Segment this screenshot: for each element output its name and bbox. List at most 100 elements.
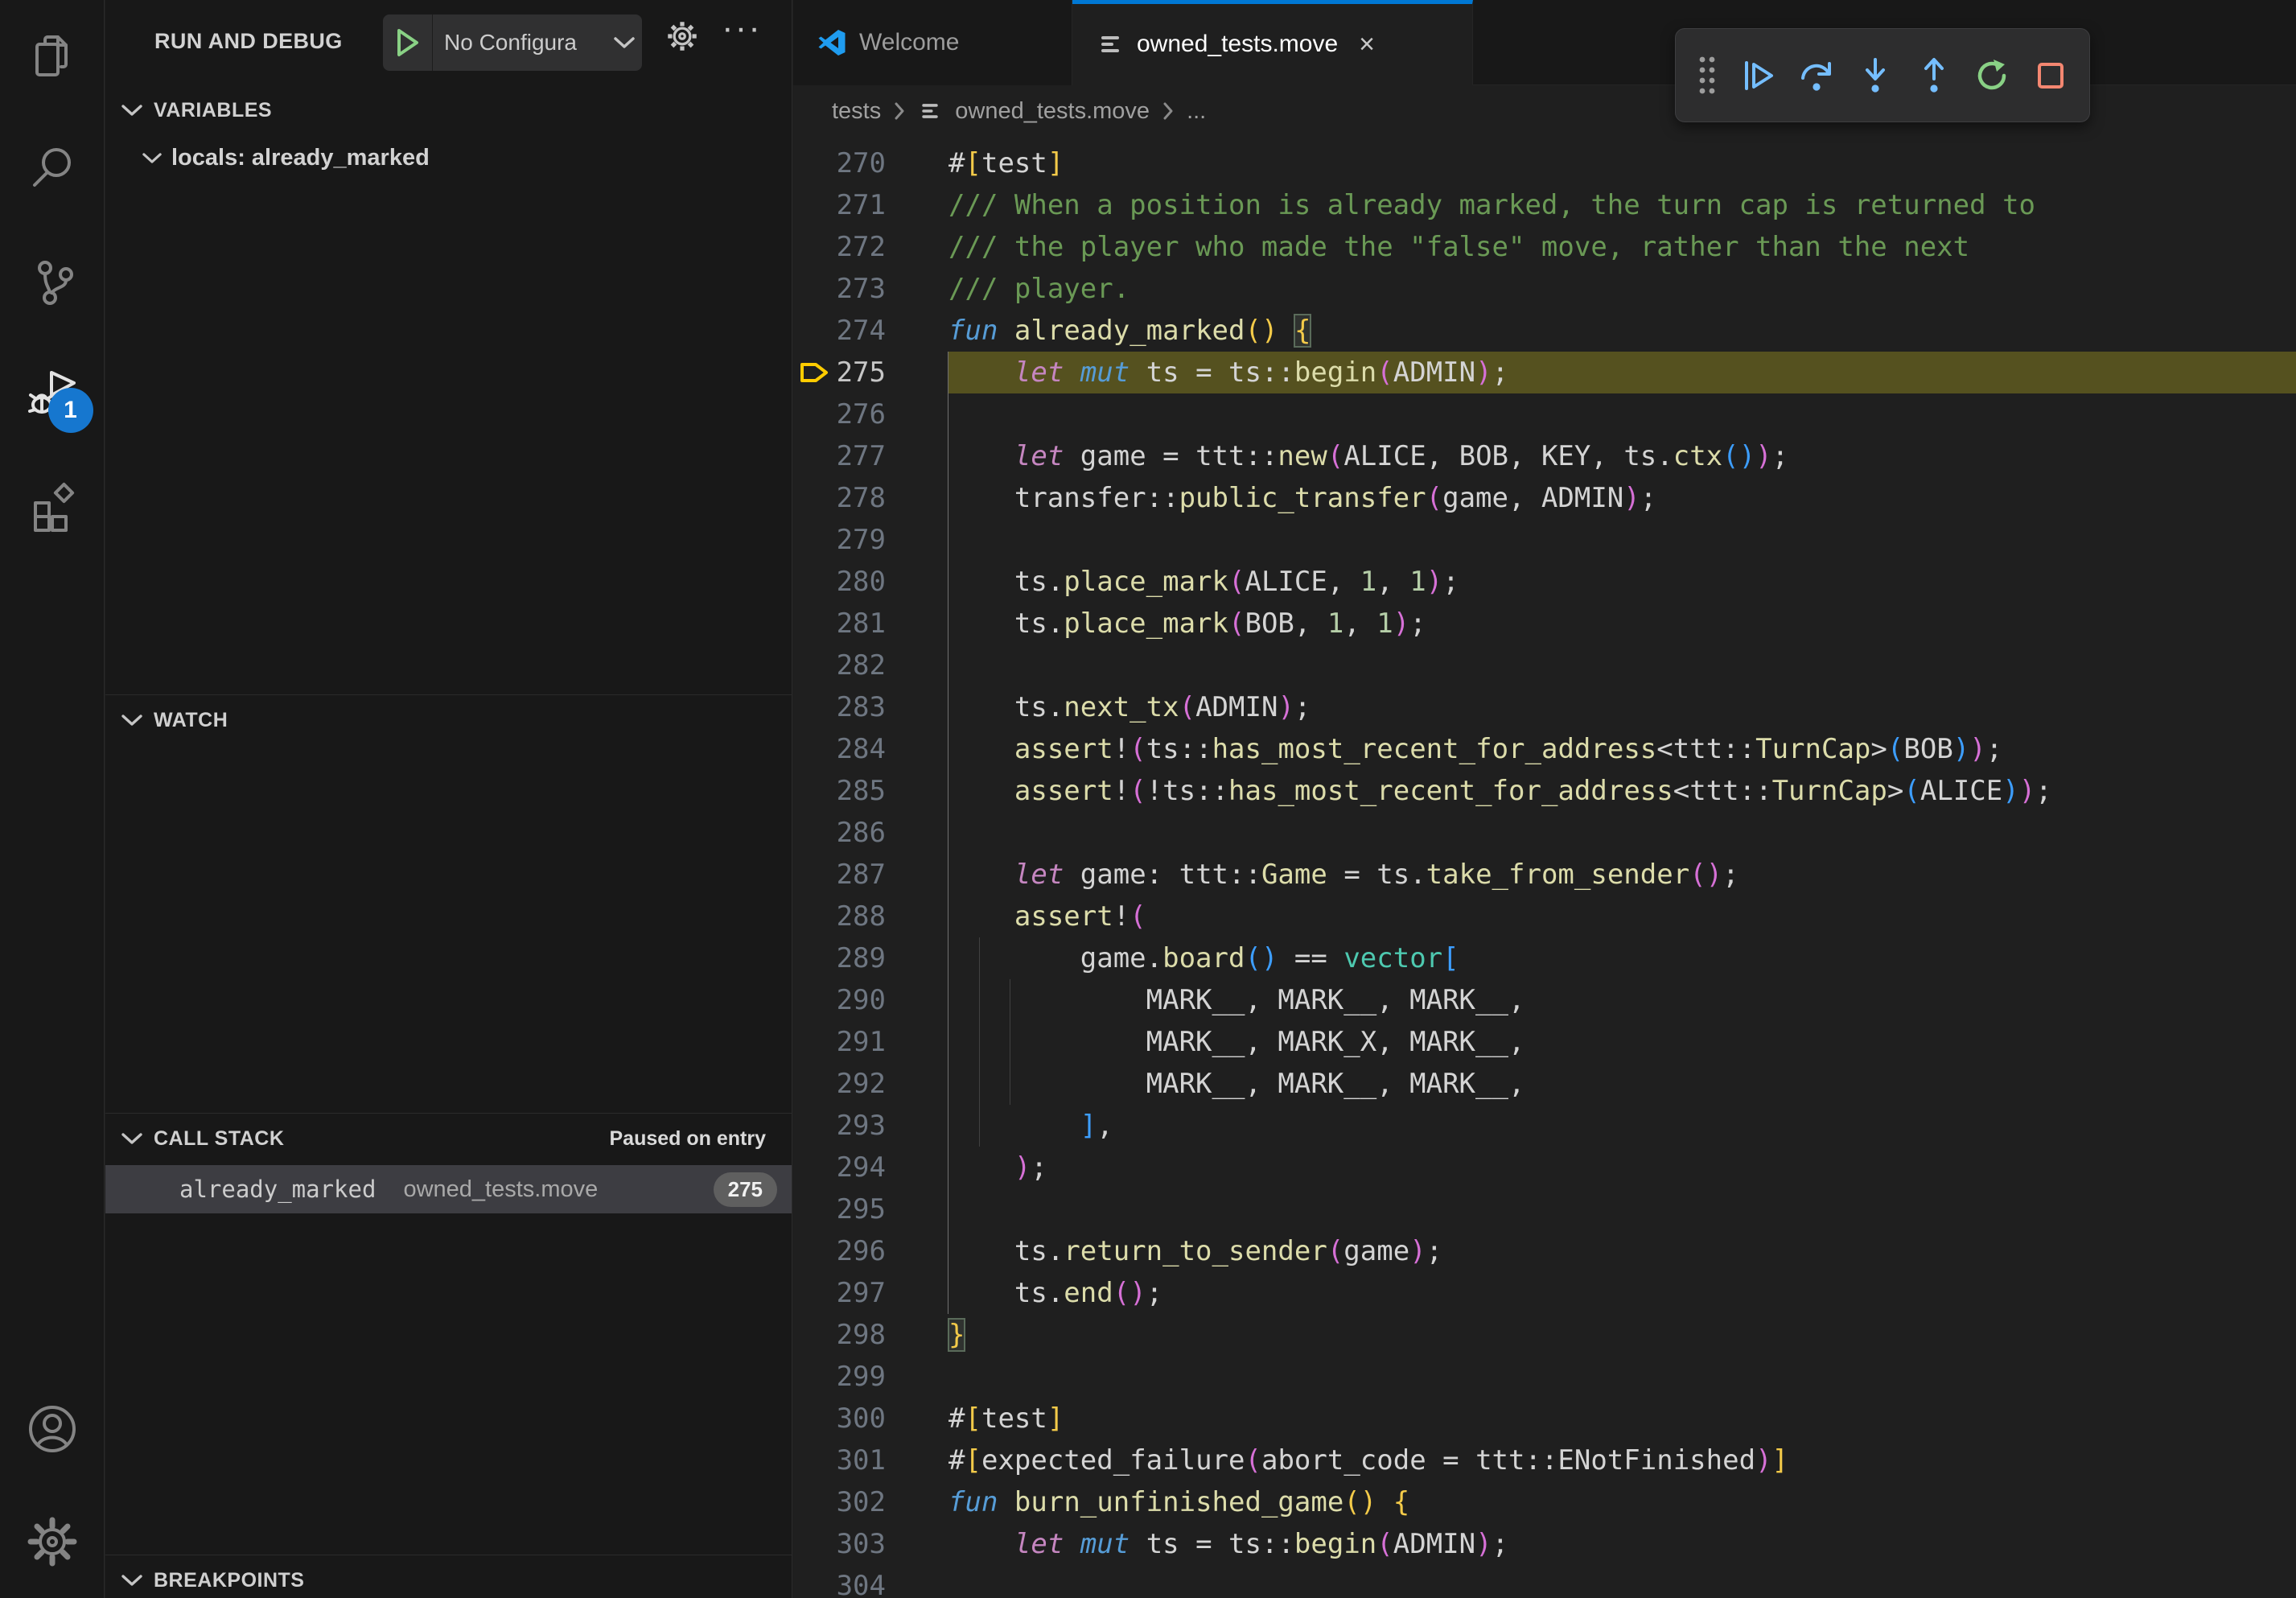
extensions-icon: [26, 480, 79, 533]
code-line: ts.place_mark(ALICE, 1, 1);: [948, 561, 2296, 603]
breadcrumb-symbol[interactable]: ...: [1187, 98, 1206, 125]
line-number[interactable]: 296: [793, 1230, 948, 1272]
line-number[interactable]: 274: [793, 310, 948, 352]
line-number[interactable]: 278: [793, 477, 948, 519]
step-over-button[interactable]: [1792, 42, 1841, 109]
breadcrumb-tests[interactable]: tests: [832, 98, 881, 125]
call-stack-section: CALL STACK Paused on entry already_marke…: [105, 1113, 792, 1555]
call-stack-header[interactable]: CALL STACK Paused on entry: [105, 1114, 792, 1163]
settings-button[interactable]: [0, 1485, 105, 1598]
line-number[interactable]: 297: [793, 1272, 948, 1314]
line-number[interactable]: 295: [793, 1188, 948, 1230]
more-actions-button[interactable]: ···: [722, 8, 762, 48]
line-number[interactable]: 271: [793, 184, 948, 226]
tab-owned-tests[interactable]: owned_tests.move ×: [1072, 0, 1473, 85]
code-line: #[test]: [948, 1398, 2296, 1439]
line-number[interactable]: 277: [793, 435, 948, 477]
line-number[interactable]: 303: [793, 1523, 948, 1565]
indent-guide: [979, 937, 980, 1147]
line-number[interactable]: 289: [793, 937, 948, 979]
code-line: assert!(: [948, 896, 2296, 937]
debug-config-dropdown[interactable]: No Configura: [383, 14, 642, 71]
code-editor[interactable]: 2702712722732742752762772782792802812822…: [793, 137, 2296, 1598]
line-number[interactable]: 280: [793, 561, 948, 603]
chevron-down-icon: [121, 1132, 142, 1145]
line-number[interactable]: 276: [793, 393, 948, 435]
line-number[interactable]: 291: [793, 1021, 948, 1063]
code-line: ts.return_to_sender(game);: [948, 1230, 2296, 1272]
continue-button[interactable]: [1734, 42, 1783, 109]
variables-section: VARIABLES locals: already_marked: [105, 85, 792, 694]
code-line: let mut ts = ts::begin(ADMIN);: [948, 352, 2296, 393]
line-number[interactable]: 298: [793, 1314, 948, 1356]
debug-settings-button[interactable]: [664, 18, 701, 55]
sidebar-item-search[interactable]: [0, 113, 105, 225]
files-icon: [26, 30, 79, 83]
account-button[interactable]: [0, 1373, 105, 1485]
activity-bar: 1: [0, 0, 105, 1598]
sidebar-item-source-control[interactable]: [0, 225, 105, 338]
line-number[interactable]: 284: [793, 728, 948, 770]
gutter[interactable]: 2702712722732742752762772782792802812822…: [793, 137, 948, 1598]
line-number[interactable]: 270: [793, 142, 948, 184]
code-line: let game = ttt::new(ALICE, BOB, KEY, ts.…: [948, 435, 2296, 477]
code-line: ts.place_mark(BOB, 1, 1);: [948, 603, 2296, 645]
sidebar-titlebar: RUN AND DEBUG No Configura ···: [105, 0, 792, 85]
move-file-icon: [1097, 31, 1124, 58]
line-number[interactable]: 292: [793, 1063, 948, 1105]
line-number[interactable]: 288: [793, 896, 948, 937]
code-line: #[test]: [948, 142, 2296, 184]
code-line: transfer::public_transfer(game, ADMIN);: [948, 477, 2296, 519]
line-number[interactable]: 290: [793, 979, 948, 1021]
line-number[interactable]: 293: [793, 1105, 948, 1147]
code-line: MARK__, MARK__, MARK__,: [948, 1063, 2296, 1105]
sidebar-item-run-and-debug[interactable]: 1: [0, 338, 105, 451]
step-into-button[interactable]: [1851, 42, 1899, 109]
line-number[interactable]: 304: [793, 1565, 948, 1598]
line-number[interactable]: 286: [793, 812, 948, 854]
breadcrumb-file[interactable]: owned_tests.move: [955, 98, 1150, 125]
line-number[interactable]: 282: [793, 645, 948, 686]
variables-scope-row[interactable]: locals: already_marked: [105, 135, 792, 180]
code-line: [948, 1565, 2296, 1598]
line-number[interactable]: 302: [793, 1481, 948, 1523]
line-number[interactable]: 281: [793, 603, 948, 645]
code-line: let game: ttt::Game = ts.take_from_sende…: [948, 854, 2296, 896]
pause-status: Paused on entry: [610, 1127, 767, 1151]
close-icon[interactable]: ×: [1359, 31, 1375, 58]
start-debug-button[interactable]: [383, 14, 433, 71]
line-number[interactable]: 299: [793, 1356, 948, 1398]
tab-welcome[interactable]: Welcome: [793, 0, 1072, 85]
variables-header[interactable]: VARIABLES: [105, 85, 792, 135]
line-number[interactable]: 285: [793, 770, 948, 812]
code-line: }: [948, 1314, 2296, 1356]
config-dropdown-label: No Configura: [433, 30, 607, 56]
line-number[interactable]: 279: [793, 519, 948, 561]
stack-frame-row[interactable]: already_marked owned_tests.move 275: [105, 1165, 792, 1213]
stop-button[interactable]: [2026, 42, 2075, 109]
breakpoints-header[interactable]: BREAKPOINTS: [105, 1555, 792, 1598]
debug-current-line-icon: [800, 359, 830, 386]
line-number[interactable]: 272: [793, 226, 948, 268]
line-number[interactable]: 294: [793, 1147, 948, 1188]
line-number[interactable]: 283: [793, 686, 948, 728]
sidebar-item-extensions[interactable]: [0, 451, 105, 563]
search-icon: [26, 142, 79, 196]
restart-button[interactable]: [1968, 42, 2016, 109]
watch-header[interactable]: WATCH: [105, 695, 792, 745]
debug-toolbar: [1675, 28, 2090, 122]
line-number[interactable]: 287: [793, 854, 948, 896]
sidebar-item-explorer[interactable]: [0, 0, 105, 113]
sidebar-title: RUN AND DEBUG: [154, 29, 343, 54]
chevron-down-icon: [121, 1574, 142, 1587]
debug-badge: 1: [48, 388, 93, 433]
step-out-button[interactable]: [1910, 42, 1958, 109]
frame-file: owned_tests.move: [403, 1176, 598, 1203]
code-line: MARK__, MARK__, MARK__,: [948, 979, 2296, 1021]
line-number[interactable]: 301: [793, 1439, 948, 1481]
code-line: /// the player who made the "false" move…: [948, 226, 2296, 268]
line-number[interactable]: 273: [793, 268, 948, 310]
toolbar-drag-handle[interactable]: [1690, 42, 1724, 109]
code-line: ts.next_tx(ADMIN);: [948, 686, 2296, 728]
line-number[interactable]: 300: [793, 1398, 948, 1439]
